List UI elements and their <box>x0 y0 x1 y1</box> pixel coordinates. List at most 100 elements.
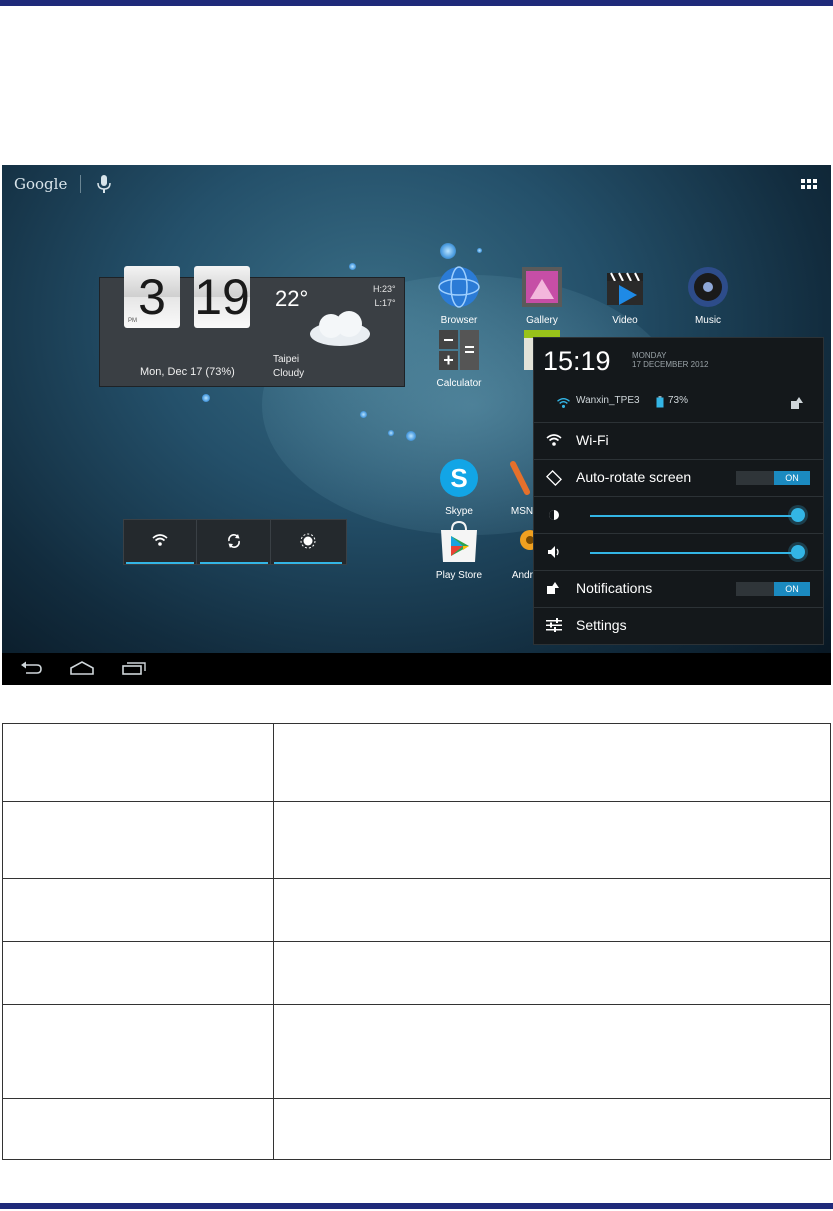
app-label: Video <box>612 315 638 326</box>
battery-icon <box>656 396 664 408</box>
app-video[interactable]: Video <box>595 265 655 326</box>
wallpaper-dot <box>388 430 394 436</box>
brightness-slider-handle[interactable] <box>791 508 805 522</box>
home-icon[interactable] <box>69 661 95 675</box>
globe-icon <box>438 266 480 308</box>
weather-high: H:23° <box>373 284 396 294</box>
weather-temperature: 22° <box>275 286 309 311</box>
weather-low: L:17° <box>374 298 396 308</box>
weather-high-low: H:23° L:17° <box>373 282 396 310</box>
wallpaper-dot <box>202 394 210 402</box>
volume-slider-track[interactable] <box>590 552 798 554</box>
qs-notifications-row[interactable]: Notifications ON <box>534 570 823 608</box>
gallery-icon <box>522 267 562 307</box>
app-browser[interactable]: Browser <box>429 265 489 326</box>
qs-brightness-row <box>534 496 823 534</box>
clock-date: Mon, Dec 17 (73%) <box>140 366 235 378</box>
wallpaper-dot <box>477 248 482 253</box>
app-label: Music <box>694 315 722 326</box>
brightness-toggle-button[interactable] <box>272 520 344 564</box>
google-search-logo[interactable]: Google <box>14 175 67 193</box>
table-cell <box>273 1004 831 1099</box>
play-store-icon <box>441 520 477 562</box>
power-control-widget <box>123 519 347 565</box>
tablet-screenshot: Google 3 PM 19 22° H:23° L:17° Mon, Dec … <box>2 165 831 685</box>
table-cell <box>273 941 831 1005</box>
calculator-icon <box>439 330 479 370</box>
brightness-icon <box>300 533 316 549</box>
table-row <box>2 941 831 1005</box>
table-cell <box>273 1098 831 1160</box>
app-label: Gallery <box>526 315 558 326</box>
app-gallery[interactable]: Gallery <box>512 265 572 326</box>
qs-notifications-label: Notifications <box>576 580 653 596</box>
wifi-toggle-button[interactable] <box>124 520 197 564</box>
wallpaper-dot <box>360 411 367 418</box>
notifications-toggle[interactable]: ON <box>736 582 810 596</box>
table-cell <box>2 878 274 942</box>
quick-settings-panel: 15:19 MONDAY 17 DECEMBER 2012 Wanxin_TPE… <box>533 337 824 645</box>
volume-icon <box>548 546 559 558</box>
rotate-icon <box>546 470 562 486</box>
weather-city: Taipei <box>273 354 300 365</box>
header-rule <box>0 0 833 6</box>
app-play-store[interactable]: Play Store <box>429 520 489 581</box>
notifications-icon <box>547 582 559 594</box>
table-cell <box>2 941 274 1005</box>
qs-volume-row <box>534 533 823 571</box>
auto-rotate-toggle[interactable]: ON <box>736 471 810 485</box>
app-music[interactable]: Music <box>678 265 738 326</box>
wifi-icon <box>546 434 562 446</box>
table-row <box>2 1098 831 1160</box>
back-icon[interactable] <box>20 661 42 675</box>
table-cell <box>2 723 274 802</box>
search-divider <box>80 175 81 193</box>
description-table <box>2 723 831 1160</box>
recent-apps-icon[interactable] <box>122 661 146 675</box>
cloud-icon <box>310 311 370 346</box>
settings-shortcut-icon[interactable] <box>790 396 804 410</box>
app-calculator[interactable]: Calculator <box>429 328 489 389</box>
table-row <box>2 801 831 879</box>
all-apps-icon[interactable] <box>799 177 819 193</box>
qs-auto-rotate-row[interactable]: Auto-rotate screen ON <box>534 459 823 497</box>
qs-weekday: MONDAY <box>632 351 667 360</box>
qs-network-name: Wanxin_TPE3 <box>576 395 640 406</box>
app-label: Calculator <box>436 378 482 389</box>
app-label: Browser <box>440 315 478 326</box>
speaker-icon <box>688 267 728 307</box>
wifi-state-bar <box>126 562 194 564</box>
table-cell <box>273 878 831 942</box>
mic-icon[interactable] <box>94 174 114 196</box>
clock-weather-widget[interactable]: 3 PM 19 22° H:23° L:17° Mon, Dec 17 (73%… <box>99 266 405 387</box>
app-skype[interactable]: S Skype <box>429 456 489 517</box>
qs-settings-row[interactable]: Settings <box>534 607 823 645</box>
wifi-signal-icon <box>557 398 570 408</box>
wifi-icon <box>152 534 168 546</box>
wallpaper-dot <box>440 243 456 259</box>
table-cell <box>2 1098 274 1160</box>
qs-date: MONDAY 17 DECEMBER 2012 <box>632 351 708 369</box>
toggle-on-label: ON <box>774 471 810 485</box>
brightness-state-bar <box>274 562 342 564</box>
toggle-on-label: ON <box>774 582 810 596</box>
qs-time: 15:19 <box>543 346 611 376</box>
table-cell <box>273 801 831 879</box>
volume-slider-handle[interactable] <box>791 545 805 559</box>
table-cell <box>273 723 831 802</box>
sync-toggle-button[interactable] <box>198 520 271 564</box>
qs-wifi-row[interactable]: Wi-Fi <box>534 422 823 460</box>
table-row <box>2 723 831 802</box>
clock-minute: 19 <box>194 266 250 328</box>
qs-battery-percent: 73% <box>668 395 689 406</box>
sync-icon <box>228 534 240 548</box>
footer-rule <box>0 1203 833 1209</box>
sliders-icon <box>546 618 562 632</box>
weather-location: Taipei Cloudy <box>273 353 304 381</box>
skype-icon: S <box>440 459 478 497</box>
clapper-icon <box>607 272 643 305</box>
brightness-slider-track[interactable] <box>590 515 798 517</box>
table-row <box>2 1004 831 1099</box>
app-label: Play Store <box>435 570 483 581</box>
table-row <box>2 878 831 942</box>
